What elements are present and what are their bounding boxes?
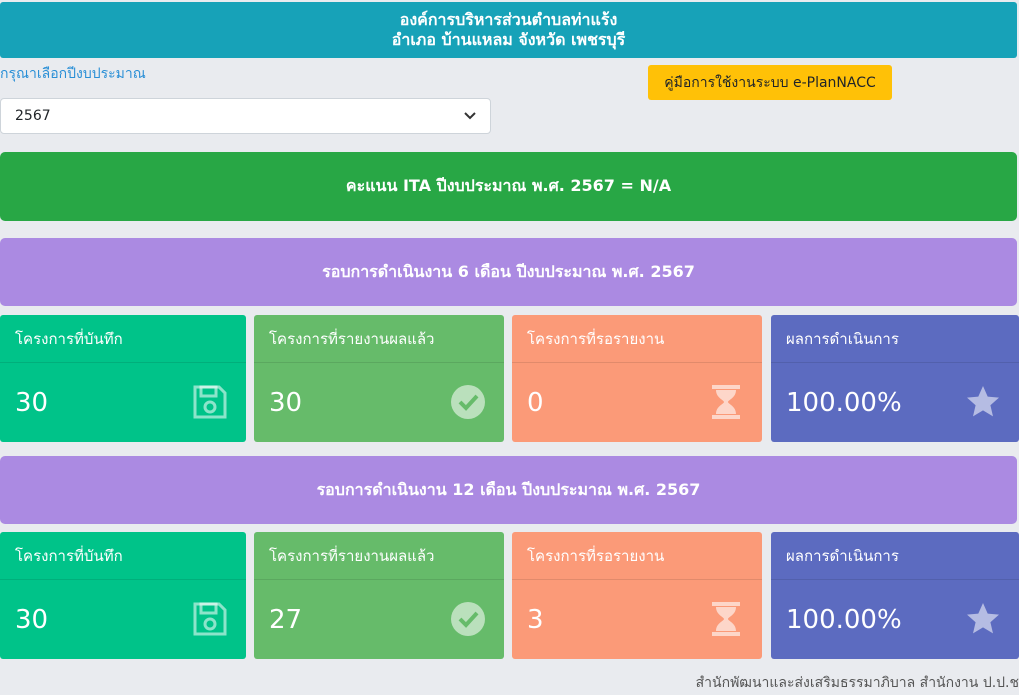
card-result: ผลการดำเนินการ 100.00%: [771, 532, 1019, 659]
card-value: 30: [15, 387, 49, 418]
card-pending-projects: โครงการที่รอรายงาน 0: [512, 315, 762, 442]
card-value: 0: [527, 387, 544, 418]
year-select-value: 2567: [15, 108, 51, 124]
check-circle-icon: [450, 384, 486, 420]
card-value: 100.00%: [786, 387, 902, 418]
card-saved-projects: โครงการที่บันทึก 30: [0, 315, 246, 442]
save-icon: [192, 384, 228, 420]
card-title: โครงการที่รอรายงาน: [512, 532, 762, 580]
card-pending-projects: โครงการที่รอรายงาน 3: [512, 532, 762, 659]
card-value: 27: [269, 604, 303, 635]
card-title: โครงการที่รายงานผลแล้ว: [254, 315, 504, 363]
card-result: ผลการดำเนินการ 100.00%: [771, 315, 1019, 442]
card-title: ผลการดำเนินการ: [771, 532, 1019, 580]
card-reported-projects: โครงการที่รายงานผลแล้ว 27: [254, 532, 504, 659]
card-value: 100.00%: [786, 604, 902, 635]
org-location: อำเภอ บ้านแหลม จังหวัด เพชรบุรี: [391, 30, 626, 49]
org-name: องค์การบริหารส่วนตำบลท่าแร้ง: [399, 10, 618, 29]
card-reported-projects: โครงการที่รายงานผลแล้ว 30: [254, 315, 504, 442]
card-value: 3: [527, 604, 544, 635]
card-title: โครงการที่รอรายงาน: [512, 315, 762, 363]
footer-credit: สำนักพัฒนาและส่งเสริมธรรมาภิบาล สำนักงาน…: [695, 675, 1019, 691]
round-6-month-title: รอบการดำเนินงาน 6 เดือน ปีงบประมาณ พ.ศ. …: [0, 238, 1017, 306]
hourglass-icon: [708, 384, 744, 420]
ita-score-bar: คะแนน ITA ปีงบประมาณ พ.ศ. 2567 = N/A: [0, 152, 1017, 221]
chevron-down-icon: [464, 109, 476, 123]
org-header: องค์การบริหารส่วนตำบลท่าแร้ง อำเภอ บ้านแ…: [0, 2, 1017, 58]
hourglass-icon: [708, 601, 744, 637]
year-select[interactable]: 2567: [0, 98, 491, 134]
round-12-month-title: รอบการดำเนินงาน 12 เดือน ปีงบประมาณ พ.ศ.…: [0, 456, 1017, 524]
save-icon: [192, 601, 228, 637]
card-title: โครงการที่รายงานผลแล้ว: [254, 532, 504, 580]
manual-button[interactable]: คู่มือการใช้งานระบบ e-PlanNACC: [648, 65, 892, 100]
card-value: 30: [15, 604, 49, 635]
year-select-label: กรุณาเลือกปีงบประมาณ: [0, 66, 146, 82]
card-title: โครงการที่บันทึก: [0, 315, 246, 363]
star-icon: [965, 384, 1001, 420]
card-saved-projects: โครงการที่บันทึก 30: [0, 532, 246, 659]
star-icon: [965, 601, 1001, 637]
card-title: โครงการที่บันทึก: [0, 532, 246, 580]
card-value: 30: [269, 387, 303, 418]
card-title: ผลการดำเนินการ: [771, 315, 1019, 363]
check-circle-icon: [450, 601, 486, 637]
